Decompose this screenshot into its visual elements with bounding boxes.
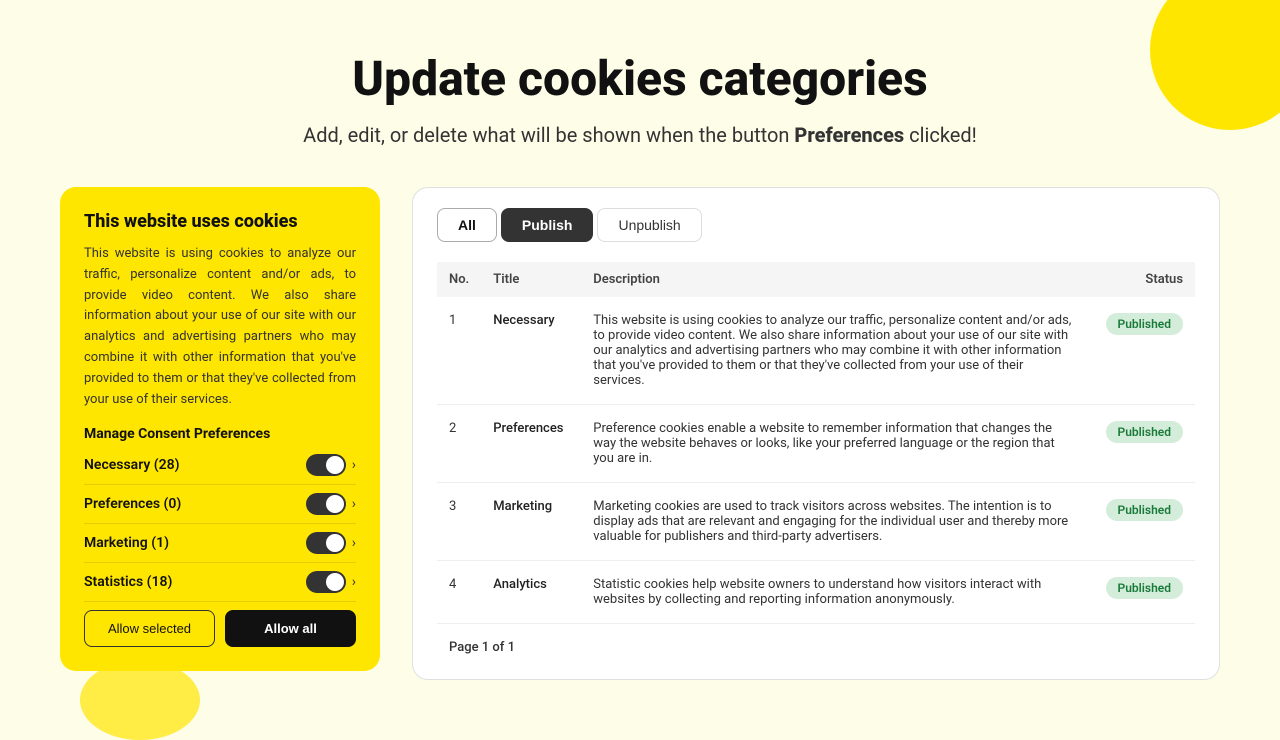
consent-label-necessary: Necessary (28): [84, 457, 180, 473]
status-badge-3: Published: [1106, 577, 1183, 599]
allow-selected-button[interactable]: Allow selected: [84, 610, 215, 647]
tab-all[interactable]: All: [437, 208, 497, 242]
chevron-necessary[interactable]: ›: [352, 457, 356, 473]
cell-desc-3: Statistic cookies help website owners to…: [581, 561, 1085, 624]
cell-status-1: Published: [1085, 405, 1195, 483]
subtitle-after: clicked!: [904, 123, 977, 147]
pagination: Page 1 of 1: [437, 624, 1195, 659]
cookie-panel-title: This website uses cookies: [84, 211, 356, 232]
chevron-statistics[interactable]: ›: [352, 574, 356, 590]
consent-label-marketing: Marketing (1): [84, 535, 169, 551]
table-panel: All Publish Unpublish No. Title Descript…: [412, 187, 1220, 680]
chevron-marketing[interactable]: ›: [352, 535, 356, 551]
col-header-no: No.: [437, 262, 481, 297]
cell-desc-2: Marketing cookies are used to track visi…: [581, 483, 1085, 561]
consent-controls-necessary[interactable]: ›: [306, 454, 356, 476]
cell-title-0: Necessary: [481, 297, 581, 405]
tab-publish[interactable]: Publish: [501, 208, 594, 242]
cookie-buttons: Allow selected Allow all: [84, 610, 356, 647]
consent-controls-statistics[interactable]: ›: [306, 571, 356, 593]
cell-desc-0: This website is using cookies to analyze…: [581, 297, 1085, 405]
main-content: This website uses cookies This website i…: [0, 167, 1280, 700]
cookies-table: No. Title Description Status 1 Necessary…: [437, 262, 1195, 624]
consent-item-preferences: Preferences (0) ›: [84, 493, 356, 524]
chevron-preferences[interactable]: ›: [352, 496, 356, 512]
consent-item-statistics: Statistics (18) ›: [84, 571, 356, 602]
cell-no-3: 4: [437, 561, 481, 624]
table-row: 2 Preferences Preference cookies enable …: [437, 405, 1195, 483]
cell-desc-1: Preference cookies enable a website to r…: [581, 405, 1085, 483]
table-row: 4 Analytics Statistic cookies help websi…: [437, 561, 1195, 624]
consent-item-necessary: Necessary (28) ›: [84, 454, 356, 485]
cookie-panel: This website uses cookies This website i…: [60, 187, 380, 671]
status-badge-1: Published: [1106, 421, 1183, 443]
status-badge-2: Published: [1106, 499, 1183, 521]
toggle-necessary[interactable]: [306, 454, 346, 476]
cell-status-0: Published: [1085, 297, 1195, 405]
table-header-row: No. Title Description Status: [437, 262, 1195, 297]
cell-no-2: 3: [437, 483, 481, 561]
toggle-statistics[interactable]: [306, 571, 346, 593]
tab-bar: All Publish Unpublish: [437, 208, 1195, 242]
cookie-panel-description: This website is using cookies to analyze…: [84, 244, 356, 410]
page-header: Update cookies categories Add, edit, or …: [0, 0, 1280, 167]
cell-title-2: Marketing: [481, 483, 581, 561]
cell-no-0: 1: [437, 297, 481, 405]
allow-all-button[interactable]: Allow all: [225, 610, 356, 647]
status-badge-0: Published: [1106, 313, 1183, 335]
consent-label-statistics: Statistics (18): [84, 574, 172, 590]
decorative-blob: [80, 660, 200, 740]
consent-label-preferences: Preferences (0): [84, 496, 181, 512]
cell-status-3: Published: [1085, 561, 1195, 624]
table-row: 3 Marketing Marketing cookies are used t…: [437, 483, 1195, 561]
col-header-status: Status: [1085, 262, 1195, 297]
toggle-preferences[interactable]: [306, 493, 346, 515]
cell-title-3: Analytics: [481, 561, 581, 624]
consent-controls-preferences[interactable]: ›: [306, 493, 356, 515]
col-header-title: Title: [481, 262, 581, 297]
cell-title-1: Preferences: [481, 405, 581, 483]
manage-consent-title: Manage Consent Preferences: [84, 426, 356, 442]
tab-unpublish[interactable]: Unpublish: [597, 208, 701, 242]
consent-controls-marketing[interactable]: ›: [306, 532, 356, 554]
page-title: Update cookies categories: [40, 50, 1240, 107]
col-header-description: Description: [581, 262, 1085, 297]
cell-status-2: Published: [1085, 483, 1195, 561]
table-row: 1 Necessary This website is using cookie…: [437, 297, 1195, 405]
cell-no-1: 2: [437, 405, 481, 483]
consent-item-marketing: Marketing (1) ›: [84, 532, 356, 563]
page-subtitle: Add, edit, or delete what will be shown …: [40, 123, 1240, 147]
subtitle-bold: Preferences: [794, 123, 904, 147]
toggle-marketing[interactable]: [306, 532, 346, 554]
subtitle-before: Add, edit, or delete what will be shown …: [303, 123, 794, 147]
